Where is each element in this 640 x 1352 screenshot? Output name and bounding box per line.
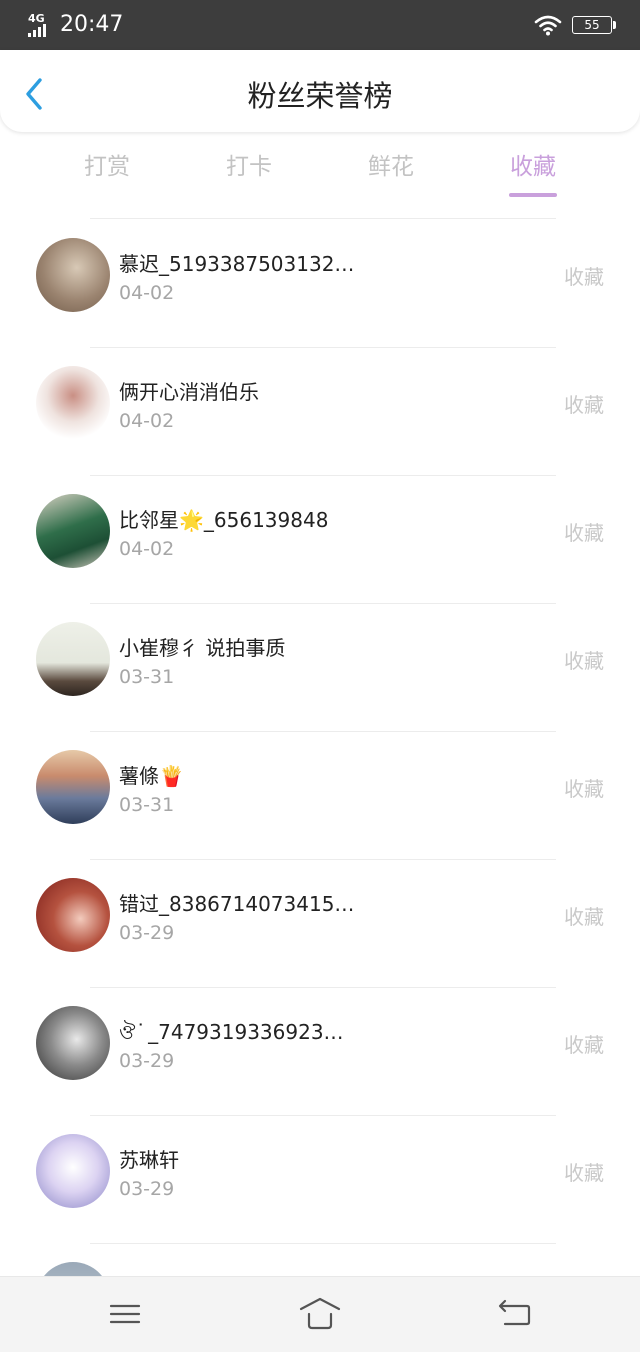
user-name: 慕迟_5193387503132… <box>119 252 355 276</box>
list-item[interactable]: 薯條🍟 03-31 收藏 <box>0 731 640 858</box>
header: 粉丝荣誉榜 <box>0 50 640 132</box>
list-item[interactable]: 小崔穆彳 说拍事质 03-31 收藏 <box>0 603 640 730</box>
action-label: 收藏 <box>564 1161 604 1185</box>
status-right: 55 <box>534 12 616 38</box>
wifi-icon <box>534 15 562 36</box>
favorite-date: 04-02 <box>119 538 175 560</box>
favorite-date: 03-29 <box>119 1050 175 1072</box>
menu-icon[interactable] <box>103 1294 147 1334</box>
avatar[interactable] <box>36 238 110 312</box>
user-name: 俩开心消消伯乐 <box>119 380 259 404</box>
avatar[interactable] <box>36 622 110 696</box>
system-nav-bar <box>0 1276 640 1352</box>
favorite-date: 03-31 <box>119 666 175 688</box>
list-item[interactable]: 慕迟_5193387503132… 04-02 收藏 <box>0 219 640 346</box>
status-time: 20:47 <box>60 12 124 37</box>
network-type: 4G <box>28 12 45 25</box>
action-label: 收藏 <box>564 649 604 673</box>
list-item[interactable] <box>0 1243 640 1276</box>
status-bar: 4G 20:47 55 <box>0 0 640 50</box>
tab-reward[interactable]: 打赏 <box>36 152 178 182</box>
tab-favorites[interactable]: 收藏 <box>462 152 604 182</box>
action-label: 收藏 <box>564 777 604 801</box>
favorite-date: 03-29 <box>119 1178 175 1200</box>
tab-bar: 打赏 打卡 鲜花 收藏 <box>0 140 640 200</box>
battery-icon: 55 <box>572 16 616 34</box>
list-item[interactable]: 俩开心消消伯乐 04-02 收藏 <box>0 347 640 474</box>
favorite-date: 03-31 <box>119 794 175 816</box>
action-label: 收藏 <box>564 1033 604 1057</box>
avatar[interactable] <box>36 494 110 568</box>
action-label: 收藏 <box>564 265 604 289</box>
page-title: 粉丝荣誉榜 <box>247 79 393 113</box>
status-left: 4G 20:47 <box>28 10 123 40</box>
action-label: 收藏 <box>564 905 604 929</box>
favorite-date: 04-02 <box>119 282 175 304</box>
action-label: 收藏 <box>564 521 604 545</box>
cellular-signal-icon: 4G <box>28 13 54 37</box>
user-name: ঔ ͘ _7479319336923… <box>119 1020 344 1044</box>
favorite-date: 04-02 <box>119 410 175 432</box>
tab-flowers[interactable]: 鲜花 <box>320 152 462 182</box>
list-item[interactable]: 错过_8386714073415… 03-29 收藏 <box>0 859 640 986</box>
user-name: 薯條🍟 <box>119 764 184 788</box>
active-tab-indicator <box>509 193 557 197</box>
fan-list[interactable]: 慕迟_5193387503132… 04-02 收藏 俩开心消消伯乐 04-02… <box>0 218 640 1276</box>
action-label: 收藏 <box>564 393 604 417</box>
user-name: 小崔穆彳 说拍事质 <box>119 636 286 660</box>
list-item[interactable]: 比邻星🌟_656139848 04-02 收藏 <box>0 475 640 602</box>
battery-level: 55 <box>584 18 600 32</box>
user-name: 比邻星🌟_656139848 <box>119 508 329 532</box>
back-nav-icon[interactable] <box>493 1294 537 1334</box>
user-name: 错过_8386714073415… <box>119 892 355 916</box>
favorite-date: 03-29 <box>119 922 175 944</box>
avatar[interactable] <box>36 1006 110 1080</box>
list-item[interactable]: 苏琳轩 03-29 收藏 <box>0 1115 640 1242</box>
home-icon[interactable] <box>298 1294 342 1334</box>
avatar[interactable] <box>36 366 110 440</box>
avatar[interactable] <box>36 1262 110 1276</box>
avatar[interactable] <box>36 878 110 952</box>
avatar[interactable] <box>36 1134 110 1208</box>
user-name: 苏琳轩 <box>119 1148 179 1172</box>
list-item[interactable]: ঔ ͘ _7479319336923… 03-29 收藏 <box>0 987 640 1114</box>
avatar[interactable] <box>36 750 110 824</box>
tab-checkin[interactable]: 打卡 <box>178 152 320 182</box>
